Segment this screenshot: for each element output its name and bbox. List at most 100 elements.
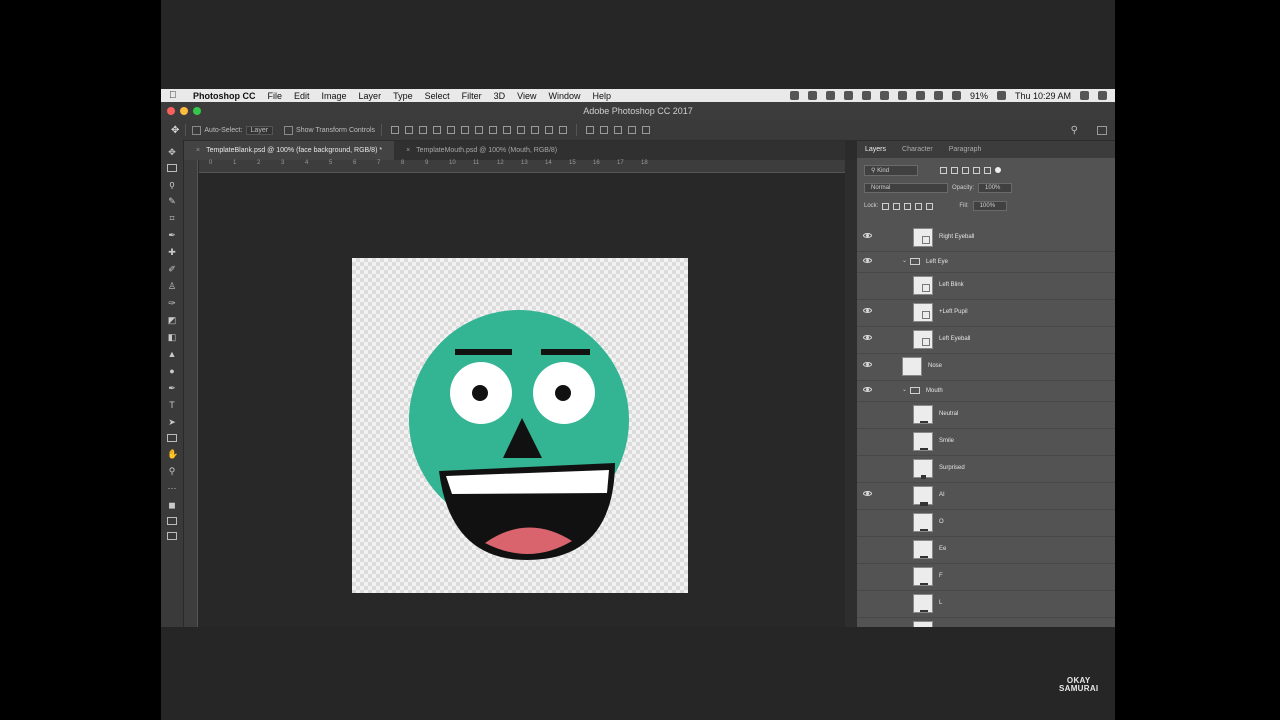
layer-row[interactable]: Right Eyeball — [857, 225, 1115, 252]
right-eyebrow[interactable] — [541, 349, 590, 355]
filter-shape-icon[interactable] — [973, 166, 980, 174]
layer-row[interactable]: O — [857, 510, 1115, 537]
document-scrollbar[interactable] — [845, 160, 857, 627]
status-icon[interactable] — [843, 91, 853, 100]
left-pupil[interactable] — [472, 385, 488, 401]
crop-tool-icon[interactable]: ⌗ — [167, 213, 177, 223]
distribute-center-icon[interactable] — [531, 126, 540, 134]
disclosure-arrow-icon[interactable]: ⌄ — [902, 257, 907, 264]
healing-brush-tool-icon[interactable]: ✚ — [167, 247, 177, 257]
3d-slide-icon[interactable] — [628, 126, 637, 134]
status-icon[interactable] — [879, 91, 889, 100]
zoom-tool-icon[interactable]: ⚲ — [167, 466, 177, 476]
3d-scale-icon[interactable] — [642, 126, 651, 134]
screen-mode-icon[interactable] — [167, 532, 177, 540]
blur-tool-icon[interactable]: ▲ — [167, 349, 177, 359]
status-icon[interactable] — [861, 91, 871, 100]
clone-stamp-tool-icon[interactable]: ♙ — [167, 281, 177, 291]
distribute-top-icon[interactable] — [475, 126, 484, 134]
distribute-bottom-icon[interactable] — [503, 126, 512, 134]
blend-mode-dropdown[interactable]: Normal — [864, 183, 948, 193]
lock-image-icon[interactable] — [893, 202, 901, 210]
menu-image[interactable]: Image — [322, 91, 347, 101]
align-middle-icon[interactable] — [405, 126, 414, 134]
hand-tool-icon[interactable]: ✋ — [167, 449, 178, 459]
pen-tool-icon[interactable]: ✒ — [167, 383, 177, 393]
document-canvas[interactable] — [352, 258, 688, 593]
status-icon[interactable] — [825, 91, 835, 100]
layer-row[interactable]: L — [857, 591, 1115, 618]
left-eyebrow[interactable] — [455, 349, 512, 355]
menu-app-name[interactable]: Photoshop CC — [193, 91, 256, 101]
volume-icon[interactable] — [951, 91, 961, 100]
layer-row[interactable]: +Left Pupil — [857, 300, 1115, 327]
filter-type-icon[interactable] — [962, 166, 969, 174]
eyedropper-tool-icon[interactable]: ✒ — [167, 230, 177, 240]
wifi-icon[interactable] — [933, 91, 943, 100]
distribute-left-icon[interactable] — [517, 126, 526, 134]
align-right-icon[interactable] — [461, 126, 470, 134]
visibility-eye-icon[interactable] — [863, 258, 872, 263]
disclosure-arrow-icon[interactable]: ⌄ — [902, 386, 907, 393]
auto-select-checkbox[interactable] — [192, 125, 202, 135]
more-tools-icon[interactable]: ··· — [167, 483, 177, 493]
filter-smart-object-icon[interactable] — [984, 166, 991, 174]
menu-view[interactable]: View — [517, 91, 536, 101]
tab-template-mouth[interactable]: × TemplateMouth.psd @ 100% (Mouth, RGB/8) — [394, 141, 569, 160]
close-tab-icon[interactable]: × — [196, 147, 200, 154]
fill-field[interactable]: 100% — [972, 201, 1007, 211]
rectangle-tool-icon[interactable] — [167, 434, 177, 442]
battery-icon[interactable] — [996, 91, 1006, 100]
tab-paragraph[interactable]: Paragraph — [941, 141, 990, 158]
eraser-tool-icon[interactable]: ◩ — [167, 315, 177, 325]
menu-select[interactable]: Select — [425, 91, 450, 101]
history-brush-tool-icon[interactable]: ✑ — [167, 298, 177, 308]
layer-group-row[interactable]: ⌄ Mouth — [857, 381, 1115, 402]
layer-row[interactable]: Left Blink — [857, 273, 1115, 300]
menu-edit[interactable]: Edit — [294, 91, 310, 101]
filter-adjustment-icon[interactable] — [951, 166, 958, 174]
layer-row[interactable]: AI — [857, 483, 1115, 510]
menu-3d[interactable]: 3D — [494, 91, 506, 101]
lasso-tool-icon[interactable]: ϙ — [167, 179, 177, 189]
brush-tool-icon[interactable]: ✐ — [167, 264, 177, 274]
3d-pan-icon[interactable] — [614, 126, 623, 134]
quick-selection-tool-icon[interactable]: ✎ — [167, 196, 177, 206]
layer-row[interactable]: Neutral — [857, 402, 1115, 429]
lock-position-icon[interactable] — [904, 202, 912, 210]
search-icon[interactable]: ⚲ — [1071, 125, 1078, 136]
visibility-eye-icon[interactable] — [863, 491, 872, 496]
marquee-tool-icon[interactable] — [167, 164, 177, 172]
align-center-icon[interactable] — [447, 126, 456, 134]
layer-row[interactable]: F — [857, 564, 1115, 591]
menu-type[interactable]: Type — [393, 91, 413, 101]
menu-filter[interactable]: Filter — [462, 91, 482, 101]
menu-help[interactable]: Help — [592, 91, 611, 101]
opacity-field[interactable]: 100% — [978, 183, 1013, 193]
menu-layer[interactable]: Layer — [359, 91, 382, 101]
3d-roll-icon[interactable] — [600, 126, 609, 134]
close-tab-icon[interactable]: × — [406, 147, 410, 154]
status-icon[interactable] — [897, 91, 907, 100]
visibility-eye-icon[interactable] — [863, 308, 872, 313]
apple-icon[interactable]:  — [169, 90, 185, 101]
path-selection-tool-icon[interactable]: ➤ — [167, 417, 177, 427]
right-pupil[interactable] — [555, 385, 571, 401]
status-icon[interactable] — [915, 91, 925, 100]
status-icon[interactable] — [789, 91, 799, 100]
visibility-eye-icon[interactable] — [863, 233, 872, 238]
menu-window[interactable]: Window — [548, 91, 580, 101]
menu-file[interactable]: File — [268, 91, 283, 101]
layer-row[interactable]: M — [857, 618, 1115, 627]
lock-artboard-icon[interactable] — [915, 202, 923, 210]
tab-character[interactable]: Character — [894, 141, 941, 158]
spotlight-search-icon[interactable] — [1080, 91, 1089, 100]
visibility-eye-icon[interactable] — [863, 335, 872, 340]
gradient-tool-icon[interactable]: ◧ — [167, 332, 177, 342]
distribute-middle-icon[interactable] — [489, 126, 498, 134]
close-window-button[interactable] — [167, 107, 175, 115]
minimize-window-button[interactable] — [180, 107, 188, 115]
battery-percent[interactable]: 91% — [970, 91, 988, 101]
notification-center-icon[interactable] — [1098, 91, 1107, 100]
layer-row[interactable]: Ee — [857, 537, 1115, 564]
